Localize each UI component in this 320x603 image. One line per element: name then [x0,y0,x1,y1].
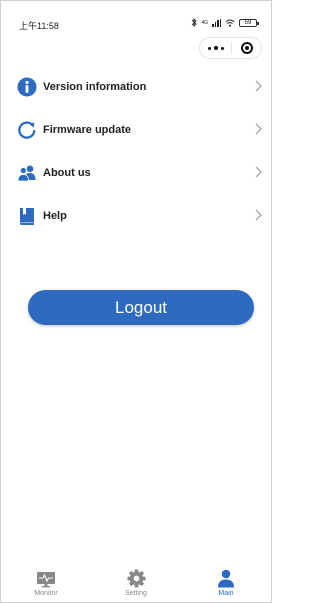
logout-button[interactable]: Logout [28,290,254,325]
users-icon [17,163,37,183]
tab-label: Monitor [34,590,58,597]
tab-main[interactable]: Main [181,568,271,603]
tab-monitor[interactable]: Monitor [1,568,91,603]
system-indicators: 4G 59 [191,18,259,27]
info-icon [17,77,37,97]
target-icon [240,42,253,54]
bottom-tab-bar: Monitor Setting Main [1,568,271,603]
menu-item-help[interactable]: Help [1,194,271,237]
menu-item-label: About us [43,166,91,179]
status-bar: 上午11:58 4G 59 [1,1,271,33]
person-icon [217,568,235,588]
signal-icon [212,18,221,27]
menu-item-label: Version information [43,80,147,93]
tab-setting[interactable]: Setting [91,568,181,603]
tab-label: Setting [125,590,147,597]
bluetooth-icon [192,18,197,27]
wifi-icon [225,19,235,27]
chevron-right-icon [255,123,262,135]
tab-label: Main [218,590,234,597]
menu-item-label: Help [43,209,67,222]
chevron-right-icon [255,80,262,92]
status-time: 上午11:58 [19,21,59,31]
close-miniprogram-button[interactable] [232,42,261,54]
chevron-right-icon [255,166,262,178]
battery-level: 59 [244,19,252,26]
menu-item-label: Firmware update [43,123,132,136]
menu-item-about-us[interactable]: About us [1,151,271,194]
settings-menu: Version information Firmware update Abou… [1,65,271,237]
capsule-menu [199,37,262,59]
app-frame: 上午11:58 4G 59 Version information Firmwa… [0,0,272,603]
menu-item-version-information[interactable]: Version information [1,65,271,108]
book-icon [17,206,37,226]
gear-icon [126,568,146,588]
menu-item-firmware-update[interactable]: Firmware update [1,108,271,151]
refresh-icon [17,120,37,140]
more-options-button[interactable] [200,46,231,50]
battery-icon: 59 [239,18,259,27]
monitor-icon [36,568,56,588]
network-label: 4G [201,19,208,26]
chevron-right-icon [255,209,262,221]
